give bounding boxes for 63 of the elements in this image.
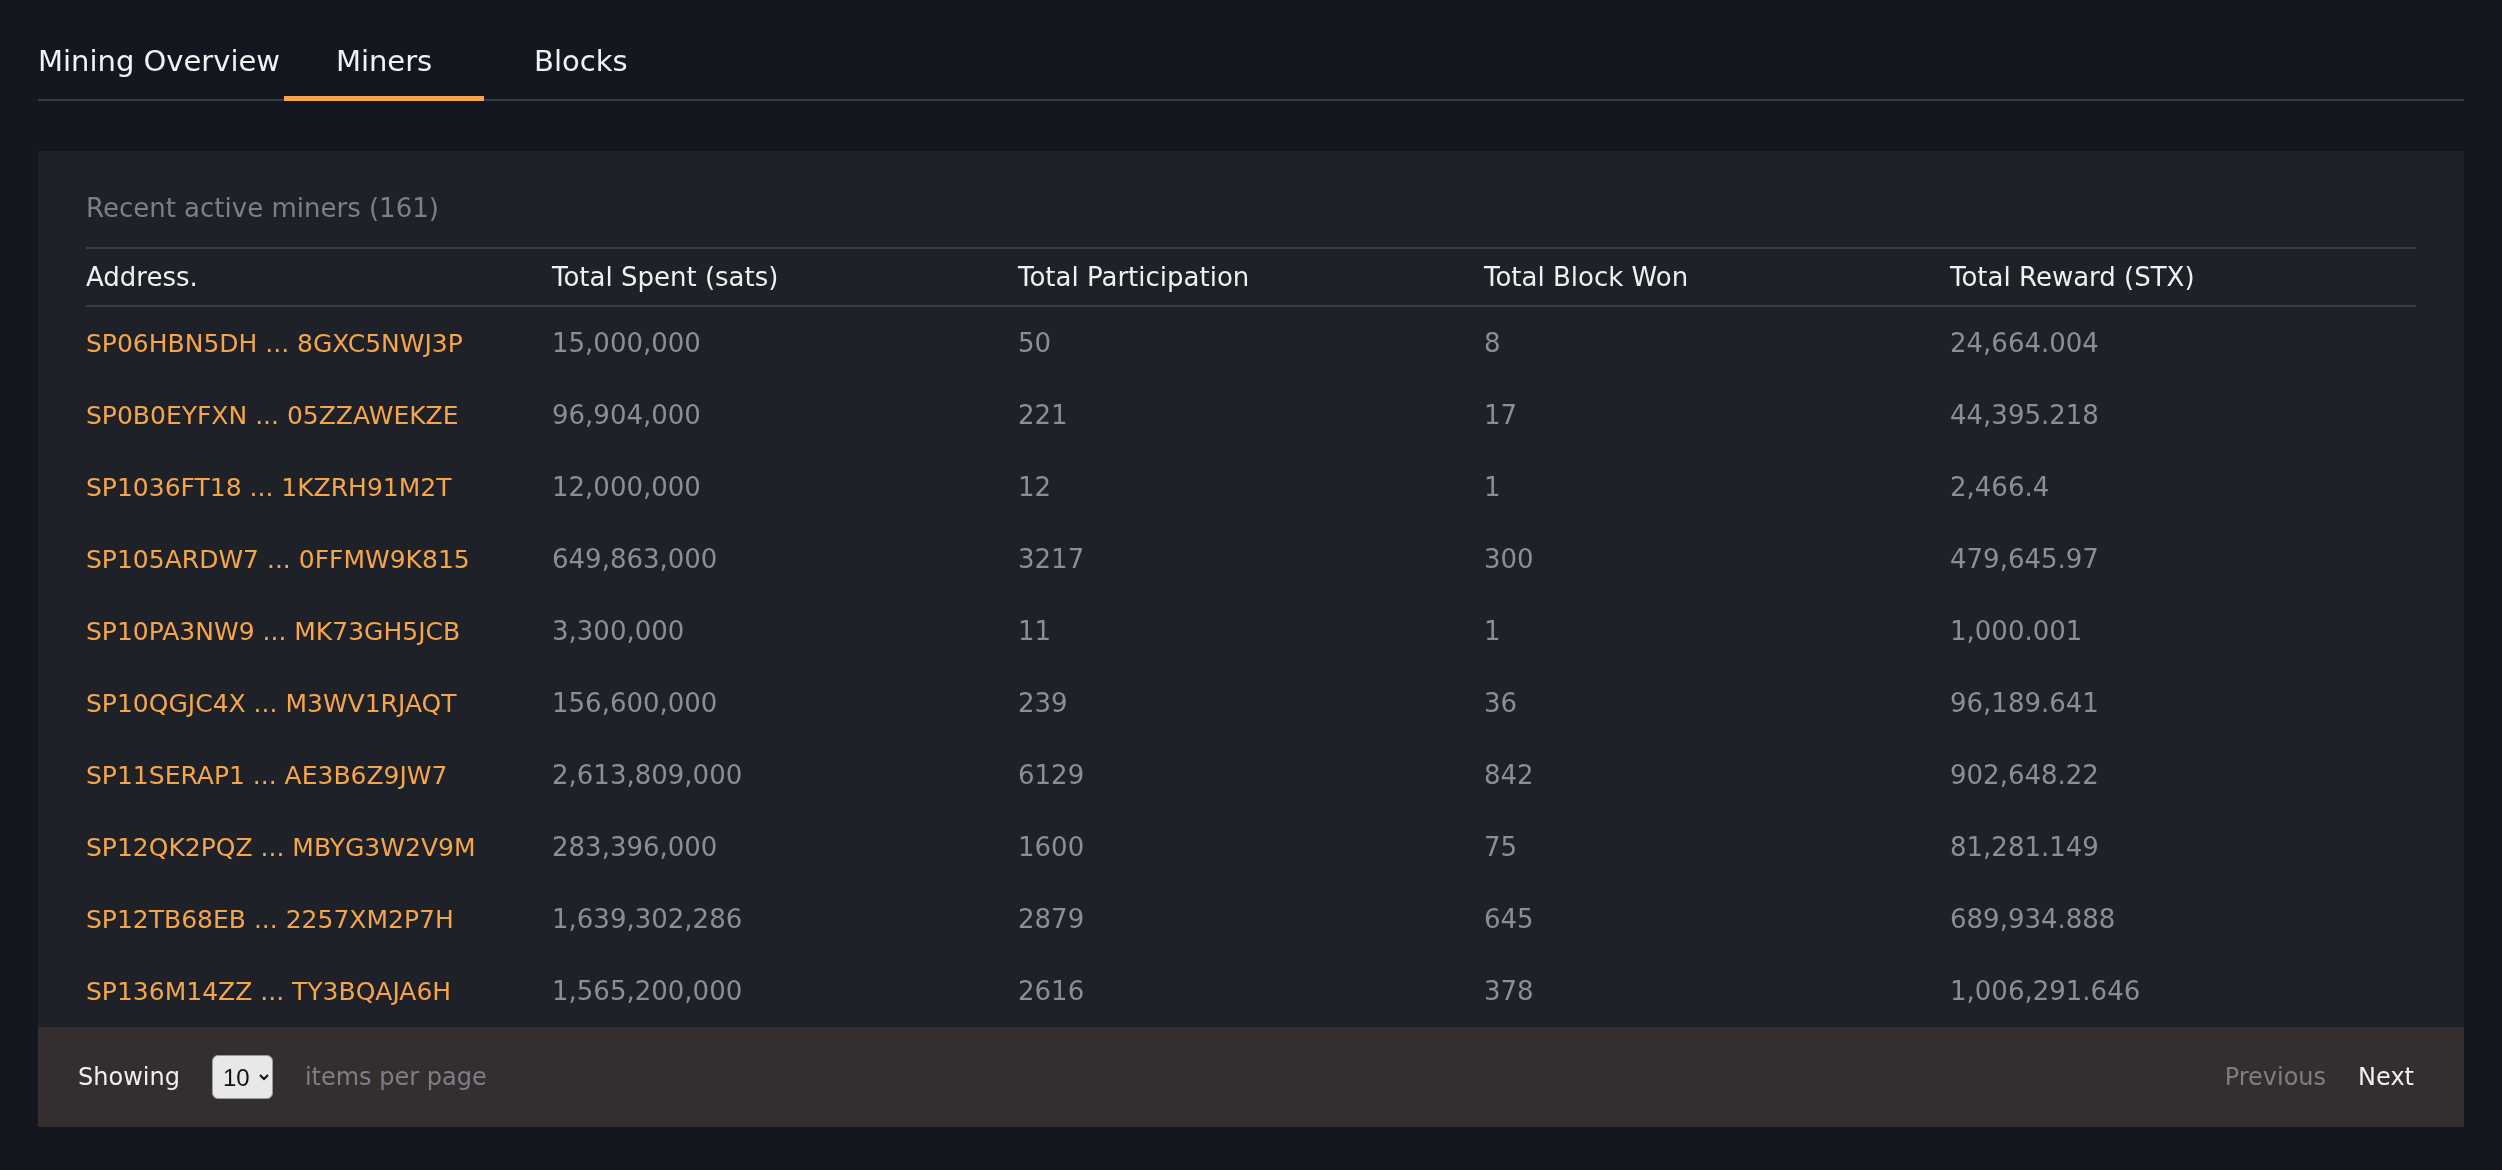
table-cell-text: 2879 <box>1018 903 1086 936</box>
table-title: Recent active miners (161) <box>86 193 2416 249</box>
tab[interactable]: Blocks <box>534 36 628 101</box>
column-header: Total Participation <box>1018 249 1484 306</box>
table-cell-text: 1,006,291.646 <box>1950 975 2142 1008</box>
table-cell-text: 6129 <box>1018 759 1086 792</box>
table-cell-text: 36 <box>1484 687 1519 720</box>
table-cell-text: 2,613,809,000 <box>552 759 744 792</box>
address-link[interactable]: SP10QGJC4X ... M3WV1RJAQT <box>86 689 457 718</box>
per-page-label: items per page <box>304 1063 487 1091</box>
address-link[interactable]: SP06HBN5DH ... 8GXC5NWJ3P <box>86 329 463 358</box>
table-cell-text: 1,639,302,286 <box>552 903 744 936</box>
page-size-select[interactable]: 10 <box>211 1055 273 1099</box>
table-cell-text: 2,466.4 <box>1950 471 2051 504</box>
table-cell-text: 902,648.22 <box>1950 759 2100 792</box>
tab[interactable]: Miners <box>284 36 485 101</box>
tab[interactable]: Mining Overview <box>38 36 285 101</box>
table-cell-text: 1 <box>1484 471 1502 504</box>
table-cell: 50 <box>1018 306 1484 379</box>
address-link[interactable]: SP0B0EYFXN ... 05ZZAWEKZE <box>86 401 459 430</box>
table-cell-text: 81,281.149 <box>1950 831 2100 864</box>
column-header: Total Reward (STX) <box>1950 249 2416 306</box>
table-cell-text: 3,300,000 <box>552 615 686 648</box>
address-link[interactable]: SP12TB68EB ... 2257XM2P7H <box>86 905 454 934</box>
table-cell-text: 1,565,200,000 <box>552 975 744 1008</box>
address-link[interactable]: SP136M14ZZ ... TY3BQAJA6H <box>86 977 452 1006</box>
table-cell-text: 12,000,000 <box>552 471 702 504</box>
next-button[interactable]: Next <box>2348 1057 2424 1097</box>
table-cell-text: 842 <box>1484 759 1535 792</box>
table-cell-text: 221 <box>1018 399 1069 432</box>
column-header: Address. <box>86 249 552 306</box>
table-cell-text: 1600 <box>1018 831 1086 864</box>
table-cell-text: 17 <box>1484 399 1519 432</box>
table-cell-text: 2616 <box>1018 975 1086 1008</box>
table-cell-text: 96,189.641 <box>1950 687 2100 720</box>
table-cell: 15,000,000 <box>552 306 1018 379</box>
table-cell-text: 378 <box>1484 975 1535 1008</box>
address-link[interactable]: SP105ARDW7 ... 0FFMW9K815 <box>86 545 470 574</box>
column-header: Total Spent (sats) <box>552 249 1018 306</box>
table-cell-text: 479,645.97 <box>1950 543 2100 576</box>
table-cell-text: 649,863,000 <box>552 543 719 576</box>
table-cell-text: 96,904,000 <box>552 399 702 432</box>
table-cell-text: 1,000.001 <box>1950 615 2084 648</box>
table-cell: 24,664.004 <box>1950 306 2416 379</box>
table-cell-text: 3217 <box>1018 543 1086 576</box>
table-cell-text: 1 <box>1484 615 1502 648</box>
table-cell-text: 44,395.218 <box>1950 399 2100 432</box>
table-cell-text: 300 <box>1484 543 1535 576</box>
address-link[interactable]: SP10PA3NW9 ... MK73GH5JCB <box>86 617 461 646</box>
column-header: Total Block Won <box>1484 249 1950 306</box>
table-cell-text: 283,396,000 <box>552 831 719 864</box>
address-link[interactable]: SP12QK2PQZ ... MBYG3W2V9M <box>86 833 476 862</box>
table-cell-text: 12 <box>1018 471 1053 504</box>
table-cell-text: 239 <box>1018 687 1069 720</box>
showing-label: Showing <box>78 1063 180 1091</box>
table-cell-text: 645 <box>1484 903 1535 936</box>
address-link[interactable]: SP11SERAP1 ... AE3B6Z9JW7 <box>86 761 448 790</box>
table-cell-text: 11 <box>1018 615 1053 648</box>
address-link[interactable]: SP1036FT18 ... 1KZRH91M2T <box>86 473 452 502</box>
table-cell-text: 75 <box>1484 831 1519 864</box>
table-cell-text: 156,600,000 <box>552 687 719 720</box>
table-cell-text: 689,934.888 <box>1950 903 2117 936</box>
table-cell: 8 <box>1484 306 1950 379</box>
